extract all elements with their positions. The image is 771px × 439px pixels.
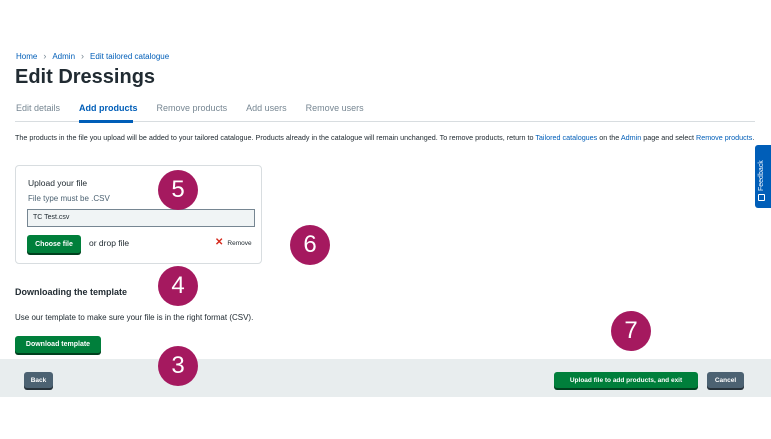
description-text-4: . [752, 133, 755, 142]
tab-bar: Edit details Add products Remove product… [16, 103, 364, 113]
active-tab-indicator [79, 120, 133, 123]
step-marker-3: 3 [158, 346, 198, 386]
breadcrumb-admin[interactable]: Admin [52, 52, 75, 61]
download-description: Use our template to make sure your file … [15, 313, 254, 322]
breadcrumb-home[interactable]: Home [16, 52, 37, 61]
upload-and-exit-button[interactable]: Upload file to add products, and exit [554, 372, 698, 388]
upload-hint: File type must be .CSV [28, 194, 110, 203]
feedback-content: Feedback [758, 160, 765, 201]
description-text-3: page and select [641, 133, 696, 142]
step-marker-6: 6 [290, 225, 330, 265]
tab-add-products[interactable]: Add products [79, 103, 138, 113]
step-marker-5: 5 [158, 170, 198, 210]
back-button[interactable]: Back [24, 372, 53, 388]
tailored-catalogues-link[interactable]: Tailored catalogues [535, 133, 597, 142]
admin-link[interactable]: Admin [621, 133, 641, 142]
breadcrumb-edit-tailored-catalogue[interactable]: Edit tailored catalogue [90, 52, 169, 61]
tab-remove-products[interactable]: Remove products [157, 103, 228, 113]
chevron-right-icon: › [43, 51, 47, 61]
choose-file-button[interactable]: Choose file [27, 235, 81, 253]
breadcrumb: Home › Admin › Edit tailored catalogue [16, 51, 169, 61]
feedback-icon [758, 194, 765, 201]
cancel-button[interactable]: Cancel [707, 372, 744, 388]
description-text-2: on the [597, 133, 621, 142]
remove-products-link[interactable]: Remove products [696, 133, 752, 142]
feedback-tab[interactable]: Feedback [755, 145, 771, 208]
step-marker-4: 4 [158, 266, 198, 306]
tab-edit-details[interactable]: Edit details [16, 103, 60, 113]
page-title: Edit Dressings [15, 66, 156, 88]
feedback-label: Feedback [758, 160, 765, 191]
step-marker-7: 7 [611, 311, 651, 351]
description-text-1: The products in the file you upload will… [15, 133, 536, 142]
drop-file-label: or drop file [89, 238, 130, 248]
remove-label: Remove [227, 239, 252, 247]
remove-file-button[interactable]: ✕ Remove [215, 237, 252, 248]
upload-heading: Upload your file [28, 178, 88, 188]
chevron-right-icon: › [81, 51, 85, 61]
tab-remove-users[interactable]: Remove users [306, 103, 364, 113]
download-template-button[interactable]: Download template [15, 336, 101, 353]
upload-file-card: Upload your file File type must be .CSV … [15, 165, 262, 264]
footer-action-bar: Back Upload file to add products, and ex… [0, 359, 771, 397]
page-description: The products in the file you upload will… [15, 131, 755, 144]
tab-add-users[interactable]: Add users [246, 103, 287, 113]
close-icon: ✕ [215, 237, 224, 248]
selected-file-field[interactable]: TC Test.csv [27, 209, 255, 227]
download-heading: Downloading the template [15, 287, 128, 297]
